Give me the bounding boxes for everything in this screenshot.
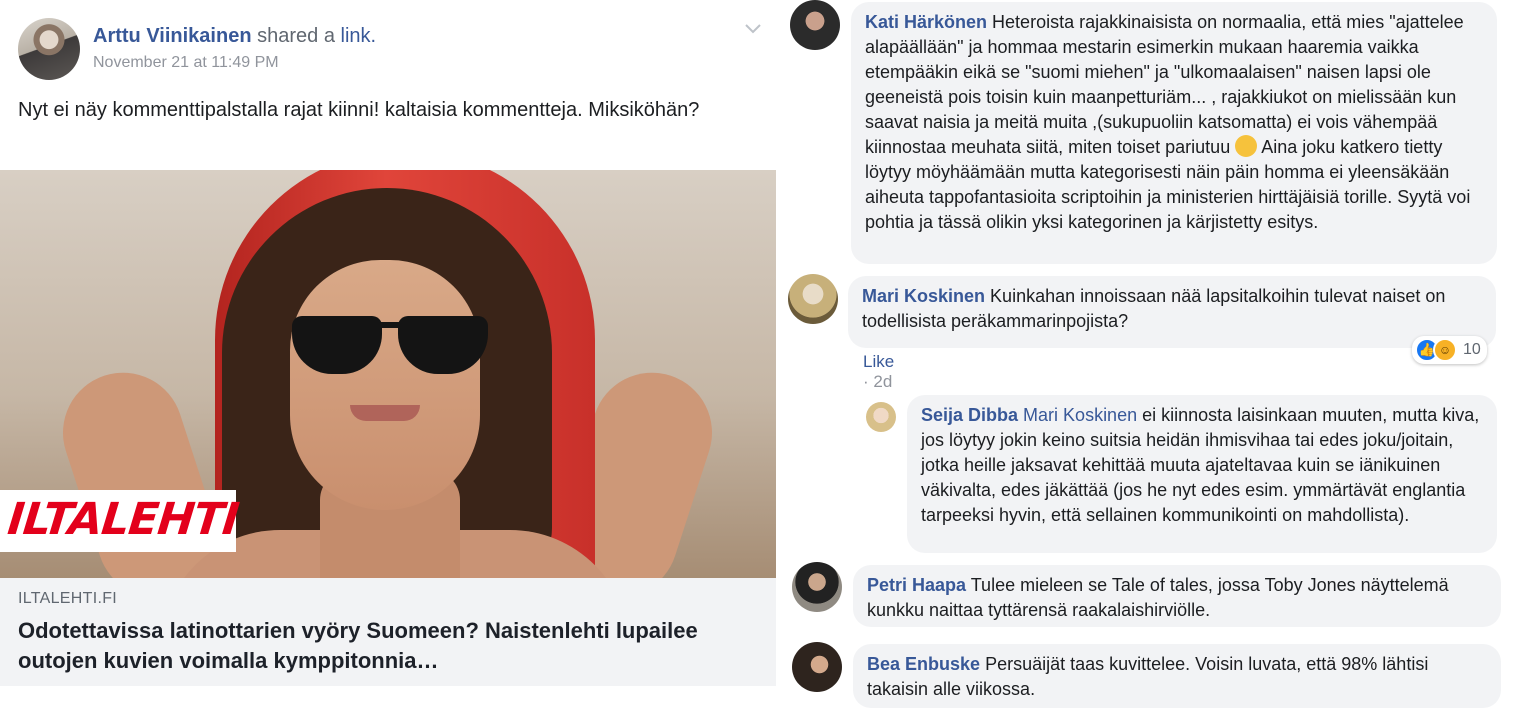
author-name-link[interactable]: Arttu Viinikainen (93, 25, 252, 47)
comment-bubble: Kati Härkönen Heteroista rajakkinaisista… (851, 2, 1497, 264)
commenter-name[interactable]: Bea Enbuske (867, 654, 980, 674)
post-text: Nyt ei näy kommenttipalstalla rajat kiin… (18, 99, 700, 121)
panel-divider (778, 0, 780, 708)
post-headline: Arttu Viinikainen shared a link. (93, 23, 376, 49)
comment-text: Heteroista rajakkinaisista on normaalia,… (865, 12, 1464, 157)
photo-face (290, 260, 480, 510)
like-button[interactable]: Like (863, 352, 894, 371)
haha-reaction-icon: ☺ (1433, 338, 1457, 362)
chevron-down-icon[interactable] (744, 22, 762, 36)
shared-link[interactable]: link. (341, 25, 377, 47)
avatar[interactable] (866, 402, 896, 432)
link-domain: ILTALEHTI.FI (18, 590, 118, 607)
link-preview-image[interactable]: ILTALEHTI (0, 170, 776, 578)
comment-actions: Like · 2d (863, 352, 895, 391)
commenter-name[interactable]: Petri Haapa (867, 575, 966, 595)
shared-post: Arttu Viinikainen shared a link. Novembe… (0, 0, 778, 708)
comment-time[interactable]: 2d (873, 372, 892, 391)
avatar[interactable] (792, 562, 842, 612)
commenter-name[interactable]: Kati Härkönen (865, 12, 987, 32)
reaction-summary[interactable]: 👍 ☺ 10 (1412, 336, 1487, 364)
post-header: Arttu Viinikainen shared a link. Novembe… (18, 18, 376, 80)
avatar[interactable] (792, 642, 842, 692)
photo-sunglasses (290, 312, 490, 374)
author-avatar[interactable] (18, 18, 80, 80)
link-title[interactable]: Odotettavissa latinottarien vyöry Suomee… (18, 616, 758, 676)
comment-bubble: Mari Koskinen Kuinkahan innoissaan nää l… (848, 276, 1496, 348)
logo-text: ILTALEHTI (5, 494, 241, 545)
commenter-name[interactable]: Seija Dibba (921, 405, 1018, 425)
thinking-face-emoji-icon (1235, 135, 1258, 157)
iltalehti-logo: ILTALEHTI (0, 490, 241, 552)
post-meta: Arttu Viinikainen shared a link. Novembe… (93, 23, 376, 80)
commenter-name[interactable]: Mari Koskinen (862, 286, 985, 306)
avatar[interactable] (790, 0, 840, 50)
comment-bubble: Bea Enbuske Persuäijät taas kuvittelee. … (853, 644, 1501, 708)
post-timestamp[interactable]: November 21 at 11:49 PM (93, 54, 376, 72)
comment-bubble: Seija Dibba Mari Koskinen ei kiinnosta l… (907, 395, 1497, 553)
reaction-count: 10 (1463, 341, 1481, 358)
link-preview-caption[interactable]: ILTALEHTI.FI Odotettavissa latinottarien… (0, 578, 776, 686)
shared-text: shared a (257, 25, 335, 47)
avatar[interactable] (788, 274, 838, 324)
comment-bubble: Petri Haapa Tulee mieleen se Tale of tal… (853, 565, 1501, 627)
photo-lips (350, 405, 420, 421)
tagged-user-link[interactable]: Mari Koskinen (1023, 405, 1137, 425)
